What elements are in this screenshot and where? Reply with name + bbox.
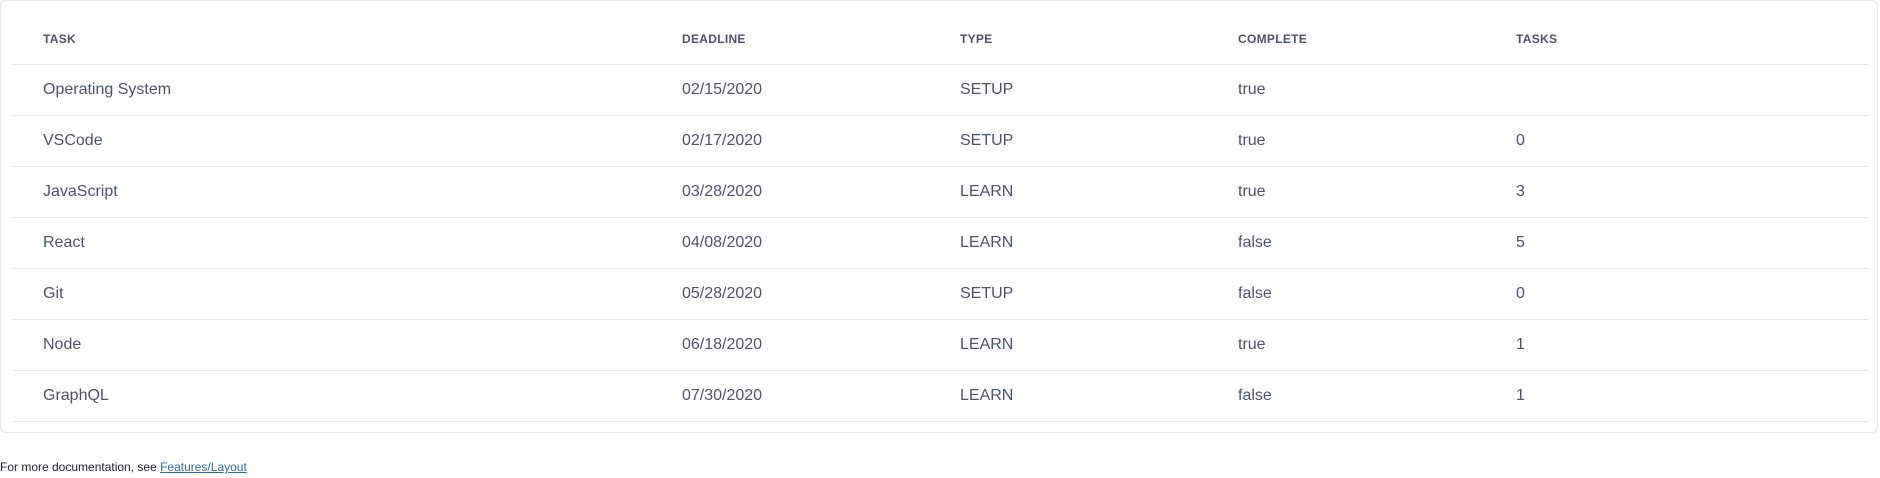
cell-task: GraphQL: [13, 370, 652, 422]
tasks-table: TASK DEADLINE TYPE COMPLETE TASKS Operat…: [13, 13, 1868, 422]
column-header-task[interactable]: TASK: [13, 13, 652, 65]
cell-task: Git: [13, 268, 652, 320]
cell-type: LEARN: [930, 166, 1208, 218]
cell-complete: true: [1208, 115, 1486, 167]
column-header-complete[interactable]: COMPLETE: [1208, 13, 1486, 65]
cell-tasks: 1: [1486, 319, 1868, 371]
table-row[interactable]: Node 06/18/2020 LEARN true 1: [13, 319, 1868, 371]
cell-tasks: 3: [1486, 166, 1868, 218]
cell-tasks: 0: [1486, 115, 1868, 167]
cell-deadline: 04/08/2020: [652, 217, 930, 269]
cell-task: Operating System: [13, 64, 652, 116]
cell-type: SETUP: [930, 268, 1208, 320]
cell-complete: false: [1208, 370, 1486, 422]
cell-deadline: 06/18/2020: [652, 319, 930, 371]
cell-tasks: 0: [1486, 268, 1868, 320]
column-header-deadline[interactable]: DEADLINE: [652, 13, 930, 65]
cell-type: SETUP: [930, 64, 1208, 116]
table-row[interactable]: React 04/08/2020 LEARN false 5: [13, 217, 1868, 269]
column-header-type[interactable]: TYPE: [930, 13, 1208, 65]
cell-deadline: 02/15/2020: [652, 64, 930, 116]
table-row[interactable]: GraphQL 07/30/2020 LEARN false 1: [13, 370, 1868, 422]
cell-complete: false: [1208, 217, 1486, 269]
documentation-note-text: For more documentation, see: [0, 460, 161, 474]
cell-deadline: 02/17/2020: [652, 115, 930, 167]
documentation-link[interactable]: Features/Layout: [160, 460, 247, 474]
table-row[interactable]: JavaScript 03/28/2020 LEARN true 3: [13, 166, 1868, 218]
cell-deadline: 03/28/2020: [652, 166, 930, 218]
cell-complete: true: [1208, 64, 1486, 116]
cell-task: JavaScript: [13, 166, 652, 218]
cell-deadline: 05/28/2020: [652, 268, 930, 320]
cell-tasks: [1486, 64, 1868, 116]
cell-complete: true: [1208, 319, 1486, 371]
cell-deadline: 07/30/2020: [652, 370, 930, 422]
table-row[interactable]: Git 05/28/2020 SETUP false 0: [13, 268, 1868, 320]
cell-type: LEARN: [930, 217, 1208, 269]
cell-complete: false: [1208, 268, 1486, 320]
table-row[interactable]: Operating System 02/15/2020 SETUP true: [13, 64, 1868, 116]
cell-task: VSCode: [13, 115, 652, 167]
cell-task: React: [13, 217, 652, 269]
table-row[interactable]: VSCode 02/17/2020 SETUP true 0: [13, 115, 1868, 167]
cell-task: Node: [13, 319, 652, 371]
cell-type: LEARN: [930, 370, 1208, 422]
cell-complete: true: [1208, 166, 1486, 218]
column-header-tasks[interactable]: TASKS: [1486, 13, 1868, 65]
table-card: TASK DEADLINE TYPE COMPLETE TASKS Operat…: [0, 0, 1878, 433]
cell-tasks: 5: [1486, 217, 1868, 269]
cell-tasks: 1: [1486, 370, 1868, 422]
cell-type: LEARN: [930, 319, 1208, 371]
table-header-row: TASK DEADLINE TYPE COMPLETE TASKS: [13, 13, 1868, 65]
cell-type: SETUP: [930, 115, 1208, 167]
documentation-note: For more documentation, see Features/Lay…: [0, 460, 247, 475]
